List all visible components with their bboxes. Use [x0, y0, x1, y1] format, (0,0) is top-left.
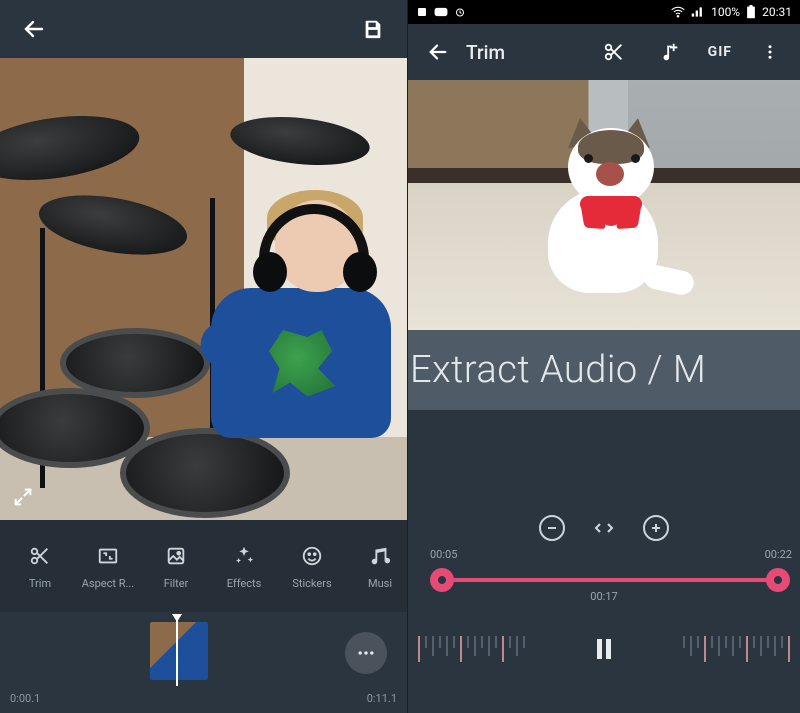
music-plus-icon	[659, 41, 681, 63]
preview-image	[0, 58, 407, 520]
add-music-button[interactable]	[652, 34, 688, 70]
scissors-icon	[29, 545, 51, 567]
editor-main-screen: Trim Aspect R... Filter Effects Stickers…	[0, 0, 408, 713]
trim-preview[interactable]	[408, 80, 800, 330]
tool-label: Effects	[227, 577, 262, 590]
stickers-icon	[301, 545, 323, 567]
tool-label: Aspect R...	[82, 577, 134, 590]
zoom-out-button[interactable]	[539, 515, 565, 541]
pause-icon	[594, 637, 614, 661]
right-appbar: Trim GIF	[408, 24, 800, 80]
timeline-strip[interactable]: 0:00.1 0:11.1	[0, 612, 407, 713]
trim-screen: 100% 20:31 Trim GIF	[408, 0, 800, 713]
fullscreen-button[interactable]	[10, 484, 36, 510]
dots-vertical-icon	[761, 43, 779, 61]
range-end-handle[interactable]	[766, 568, 790, 592]
arrow-left-icon	[22, 17, 46, 41]
back-button[interactable]	[420, 34, 456, 70]
clip-thumbnail[interactable]	[150, 622, 208, 680]
tool-label: Trim	[29, 577, 51, 590]
music-icon	[369, 545, 391, 567]
cut-button[interactable]	[596, 34, 632, 70]
tool-effects[interactable]: Effects	[210, 520, 278, 612]
status-alarm-icon	[454, 6, 466, 18]
left-appbar	[0, 0, 407, 58]
playhead[interactable]	[176, 618, 178, 686]
tool-aspect-ratio[interactable]: Aspect R...	[74, 520, 142, 612]
zoom-controls	[408, 508, 800, 548]
ruler-left	[418, 636, 525, 662]
tool-label: Musi	[368, 577, 392, 590]
save-icon	[362, 18, 384, 40]
spacer	[408, 410, 800, 508]
zoom-in-button[interactable]	[643, 515, 669, 541]
more-button[interactable]	[345, 632, 387, 674]
expand-icon	[12, 486, 34, 508]
wifi-icon	[671, 6, 685, 18]
tool-filter[interactable]: Filter	[142, 520, 210, 612]
playback-bar	[408, 614, 800, 684]
signal-icon	[691, 6, 705, 18]
filter-icon	[165, 545, 187, 567]
range-current-label: 00:17	[590, 590, 617, 603]
fit-icon	[593, 521, 615, 535]
preview-subject	[528, 118, 688, 303]
aspect-icon	[97, 545, 119, 567]
feature-banner: Extract Audio / M	[408, 330, 800, 410]
status-notification-icon	[416, 6, 428, 18]
timeline-start-time: 0:00.1	[10, 692, 40, 705]
scissors-icon	[603, 41, 625, 63]
minus-icon	[546, 522, 558, 534]
overflow-menu-button[interactable]	[752, 34, 788, 70]
range-start-label: 00:05	[430, 548, 457, 561]
save-button[interactable]	[355, 11, 391, 47]
tool-label: Filter	[164, 577, 189, 590]
range-start-handle[interactable]	[430, 568, 454, 592]
effects-icon	[233, 545, 255, 567]
range-end-label: 00:22	[765, 548, 792, 561]
gif-button[interactable]: GIF	[708, 44, 732, 60]
ruler-right	[683, 636, 790, 662]
trim-range: 00:05 00:22 00:17	[408, 548, 800, 614]
video-preview[interactable]	[0, 58, 407, 520]
status-bar: 100% 20:31	[408, 0, 800, 24]
tool-trim[interactable]: Trim	[6, 520, 74, 612]
screen-title: Trim	[466, 41, 586, 64]
tool-stickers[interactable]: Stickers	[278, 520, 346, 612]
status-clock: 20:31	[762, 5, 792, 19]
timeline-end-time: 0:11.1	[367, 692, 397, 705]
play-pause-button[interactable]	[586, 631, 622, 667]
battery-icon	[746, 5, 756, 19]
zoom-fit-button[interactable]	[593, 521, 615, 535]
status-youtube-icon	[434, 7, 448, 17]
plus-icon	[650, 522, 662, 534]
range-fill	[442, 578, 780, 582]
tool-bar: Trim Aspect R... Filter Effects Stickers…	[0, 520, 407, 612]
dots-horizontal-icon	[356, 643, 376, 663]
tool-label: Stickers	[292, 577, 331, 590]
arrow-left-icon	[427, 41, 449, 63]
battery-percent: 100%	[711, 5, 740, 19]
back-button[interactable]	[16, 11, 52, 47]
tool-music[interactable]: Musi	[346, 520, 407, 612]
